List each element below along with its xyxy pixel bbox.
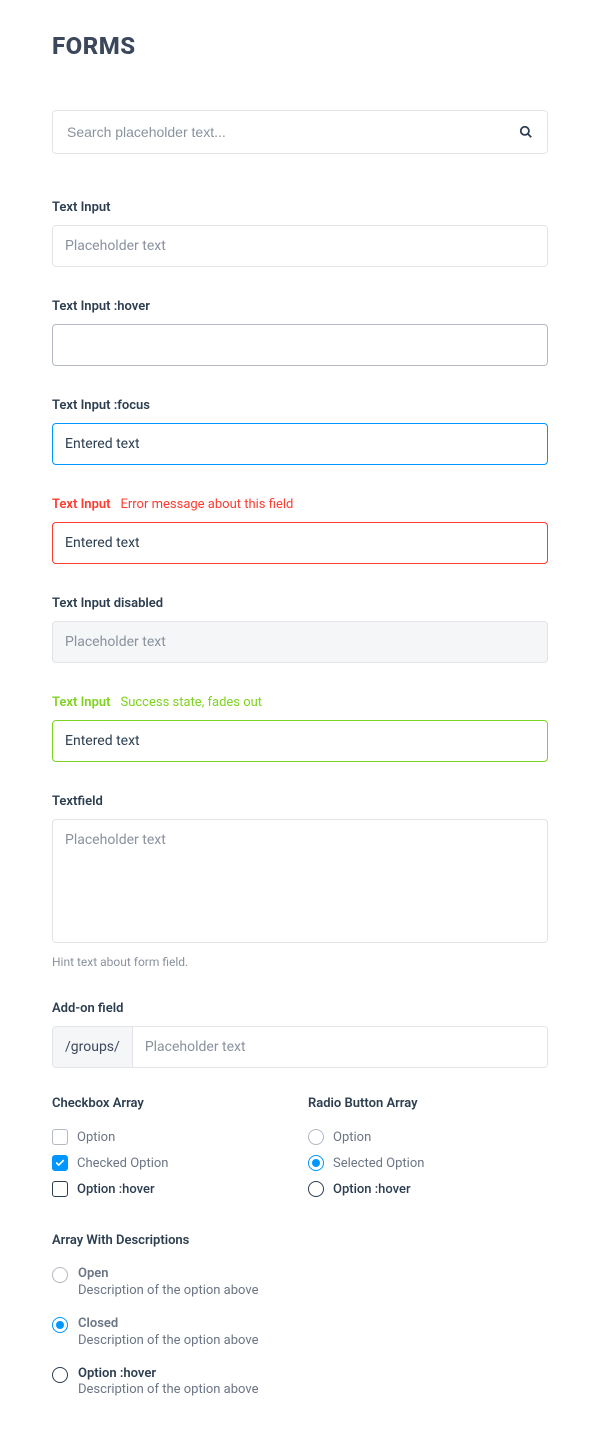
checkbox-label: Option <box>77 1130 115 1145</box>
checkbox-label: Option :hover <box>77 1182 155 1197</box>
field-addon: Add-on field /groups/ <box>52 997 548 1068</box>
desc-option-description: Description of the option above <box>78 1382 258 1399</box>
desc-option-description: Description of the option above <box>78 1283 258 1300</box>
desc-option-description: Description of the option above <box>78 1333 258 1350</box>
radio-icon[interactable] <box>52 1267 68 1283</box>
checkbox-option-2[interactable]: Option :hover <box>52 1181 292 1197</box>
radio-icon[interactable] <box>52 1367 68 1383</box>
checkbox-checked-icon[interactable] <box>52 1155 68 1171</box>
textfield-label: Textfield <box>52 794 103 809</box>
page-title: FORMS <box>52 32 548 60</box>
descriptions-array: Array With Descriptions Open Description… <box>52 1233 548 1399</box>
text-input[interactable] <box>52 225 548 267</box>
radio-option-0[interactable]: Option <box>308 1129 548 1145</box>
desc-option-label: Open <box>78 1266 258 1283</box>
text-input-success-msg: Success state, fades out <box>120 695 262 710</box>
desc-option-label: Closed <box>78 1316 258 1333</box>
field-textfield: Textfield Hint text about form field. <box>52 790 548 969</box>
field-text-input: Text Input <box>52 196 548 267</box>
text-input-focus[interactable] <box>52 423 548 465</box>
radio-selected-icon[interactable] <box>52 1317 68 1333</box>
radio-selected-icon[interactable] <box>308 1155 324 1171</box>
text-input-disabled-label: Text Input disabled <box>52 596 163 611</box>
radio-label: Option <box>333 1130 371 1145</box>
checkbox-option-1[interactable]: Checked Option <box>52 1155 292 1171</box>
desc-option-0[interactable]: Open Description of the option above <box>52 1266 548 1300</box>
radio-label: Selected Option <box>333 1156 424 1171</box>
text-input-error[interactable] <box>52 522 548 564</box>
field-text-input-error: Text Input Error message about this fiel… <box>52 493 548 564</box>
radio-array: Radio Button Array Option Selected Optio… <box>308 1096 548 1207</box>
radio-label: Option :hover <box>333 1182 411 1197</box>
search-input[interactable] <box>53 111 547 153</box>
text-input-disabled <box>52 621 548 663</box>
field-text-input-focus: Text Input :focus <box>52 394 548 465</box>
search-icon <box>519 125 533 139</box>
field-text-input-disabled: Text Input disabled <box>52 592 548 663</box>
addon-prefix: /groups/ <box>53 1027 133 1067</box>
checkbox-icon[interactable] <box>52 1181 68 1197</box>
text-input-hover-label: Text Input :hover <box>52 299 150 314</box>
text-input-error-label: Text Input <box>52 497 111 512</box>
checkbox-array: Checkbox Array Option Checked Option Opt… <box>52 1096 292 1207</box>
text-input-hover[interactable] <box>52 324 548 366</box>
desc-option-label: Option :hover <box>78 1366 258 1383</box>
checkbox-array-title: Checkbox Array <box>52 1096 292 1111</box>
addon-label: Add-on field <box>52 1001 123 1016</box>
text-input-error-msg: Error message about this field <box>120 497 293 512</box>
radio-icon[interactable] <box>308 1129 324 1145</box>
descriptions-array-title: Array With Descriptions <box>52 1233 548 1248</box>
radio-array-title: Radio Button Array <box>308 1096 548 1111</box>
radio-option-2[interactable]: Option :hover <box>308 1181 548 1197</box>
desc-option-1[interactable]: Closed Description of the option above <box>52 1316 548 1350</box>
radio-icon[interactable] <box>308 1181 324 1197</box>
text-input-label: Text Input <box>52 200 111 215</box>
textfield[interactable] <box>52 819 548 943</box>
textfield-hint: Hint text about form field. <box>52 955 548 969</box>
search-field[interactable] <box>52 110 548 154</box>
text-input-success[interactable] <box>52 720 548 762</box>
radio-option-1[interactable]: Selected Option <box>308 1155 548 1171</box>
text-input-success-label: Text Input <box>52 695 111 710</box>
field-text-input-hover: Text Input :hover <box>52 295 548 366</box>
checkbox-icon[interactable] <box>52 1129 68 1145</box>
text-input-focus-label: Text Input :focus <box>52 398 150 413</box>
checkbox-label: Checked Option <box>77 1156 168 1171</box>
checkbox-option-0[interactable]: Option <box>52 1129 292 1145</box>
desc-option-2[interactable]: Option :hover Description of the option … <box>52 1366 548 1400</box>
addon-input[interactable] <box>133 1027 547 1067</box>
field-text-input-success: Text Input Success state, fades out <box>52 691 548 762</box>
